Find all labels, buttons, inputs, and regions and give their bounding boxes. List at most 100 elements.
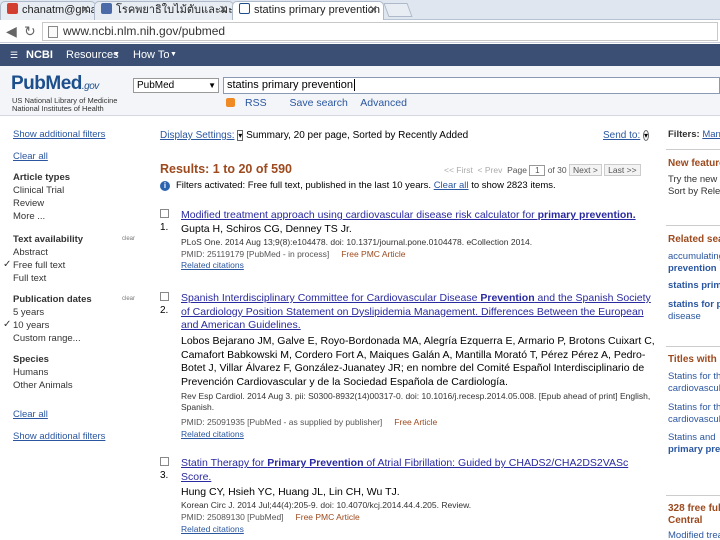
result-authors: Hung CY, Hsieh YC, Huang JL, Lin CH, Wu … xyxy=(181,486,400,498)
filter-full-text[interactable]: Full text xyxy=(13,273,46,284)
page-label: Page xyxy=(507,165,527,175)
first-page-button[interactable]: << First xyxy=(444,165,473,175)
chevron-down-icon: ▼ xyxy=(208,81,216,90)
browser-tab-bar: chanatm@gmail ✕ โรคพยาธิใบไม้ตับและมะเร็… xyxy=(0,0,720,20)
new-tab-button[interactable] xyxy=(383,3,413,17)
title-link[interactable]: Statins for the xyxy=(668,402,720,414)
rss-link[interactable]: RSS xyxy=(226,97,277,109)
divider xyxy=(666,149,720,150)
pmid-text: PMID: 25119179 [PubMed - in process] xyxy=(181,249,330,259)
result-title-link[interactable]: Statin Therapy for Primary Prevention of… xyxy=(181,457,659,484)
species-heading: Species xyxy=(13,354,49,365)
filter-abstract[interactable]: Abstract xyxy=(13,247,48,258)
pubmed-icon xyxy=(239,3,250,14)
title-link[interactable]: cardiovascular xyxy=(668,414,720,426)
filter-custom-range[interactable]: Custom range... xyxy=(13,333,81,344)
chevron-down-icon: ▼ xyxy=(113,51,120,58)
title-link[interactable]: primary prevention xyxy=(668,444,720,456)
ncbi-grid-icon: ☰ xyxy=(10,50,19,60)
free-article-link[interactable]: Free Article xyxy=(394,417,437,427)
page-icon xyxy=(48,26,58,38)
clear-all-link[interactable]: Clear all xyxy=(13,151,48,162)
pubmed-logo[interactable]: PubMed.gov xyxy=(11,73,99,95)
db-value: PubMed xyxy=(137,80,175,91)
related-search-link[interactable]: prevention xyxy=(668,263,717,275)
nih-label: National Institutes of Health xyxy=(12,104,104,113)
search-input[interactable]: statins primary prevention xyxy=(223,77,720,94)
show-additional-filters-link[interactable]: Show additional filters xyxy=(13,129,105,140)
display-settings-control[interactable]: Display Settings: ▾ Summary, 20 per page… xyxy=(160,130,468,141)
related-search-link[interactable]: accumulating xyxy=(668,251,720,263)
title-highlight: Prevention xyxy=(480,292,535,304)
database-select[interactable]: PubMed ▼ xyxy=(133,78,219,93)
sort-by-relevance-link[interactable]: Sort by Relevance xyxy=(668,186,720,198)
results-count-heading: Results: 1 to 20 of 590 xyxy=(160,162,292,176)
back-icon[interactable]: ◀ xyxy=(6,23,17,40)
result-title-link[interactable]: Modified treatment approach using cardio… xyxy=(181,209,659,223)
result-authors: Lobos Bejarano JM, Galve E, Royo-Bordona… xyxy=(181,335,655,388)
related-search-link[interactable]: disease xyxy=(668,311,701,323)
last-page-button[interactable]: Last >> xyxy=(604,164,641,176)
send-to-label: Send to: xyxy=(603,130,641,141)
filter-review[interactable]: Review xyxy=(13,198,44,209)
manage-filters-link[interactable]: Manage Filters xyxy=(702,129,720,140)
resources-menu[interactable]: Resources xyxy=(66,44,119,66)
show-additional-filters-link-bottom[interactable]: Show additional filters xyxy=(13,431,105,442)
result-checkbox[interactable] xyxy=(160,209,169,218)
send-to-control[interactable]: Send to: ▾ xyxy=(603,130,650,141)
right-sidebar: Filters: Manage Filters New feature Try … xyxy=(666,117,720,540)
display-settings-value: Summary, 20 per page, Sorted by Recently… xyxy=(246,130,469,141)
clear-all-link-bottom[interactable]: Clear all xyxy=(13,409,48,420)
title-link[interactable]: cardiovascular xyxy=(668,383,720,395)
filter-clinical-trial[interactable]: Clinical Trial xyxy=(13,185,64,196)
tab-thai-page[interactable]: โรคพยาธิใบไม้ตับและมะเร็ง ✕ xyxy=(94,1,234,20)
pmid-text: PMID: 25089130 [PubMed] xyxy=(181,512,284,522)
clear-all-filters-link[interactable]: Clear all xyxy=(434,180,469,191)
result-checkbox[interactable] xyxy=(160,457,169,466)
close-icon[interactable]: ✕ xyxy=(81,2,90,19)
clear-text-availability-link[interactable]: clear xyxy=(122,236,135,242)
close-icon[interactable]: ✕ xyxy=(369,2,378,19)
tab-label: statins primary prevention xyxy=(254,4,380,16)
result-checkbox[interactable] xyxy=(160,292,169,301)
close-icon[interactable]: ✕ xyxy=(219,2,228,19)
filter-10-years[interactable]: 10 years xyxy=(13,320,49,331)
clear-publication-dates-link[interactable]: clear xyxy=(122,296,135,302)
save-search-link[interactable]: Save search xyxy=(290,97,348,109)
central-heading: Central xyxy=(668,515,703,526)
tab-gmail[interactable]: chanatm@gmail ✕ xyxy=(0,1,96,20)
advanced-link[interactable]: Advanced xyxy=(360,97,407,109)
ncbi-bar: ☰ NCBI Resources ▼ How To ▼ xyxy=(0,44,720,66)
logo-gov: .gov xyxy=(81,81,99,92)
result-title-link[interactable]: Spanish Interdisciplinary Committee for … xyxy=(181,292,659,333)
result-citation: Rev Esp Cardiol. 2014 Aug 3. pii: S0300-… xyxy=(181,391,651,412)
free-article-link[interactable]: Free PMC Article xyxy=(296,512,360,522)
filter-5-years[interactable]: 5 years xyxy=(13,307,44,318)
related-citations-link[interactable]: Related citations xyxy=(181,524,244,534)
url-input[interactable]: www.ncbi.nlm.nih.gov/pubmed xyxy=(42,22,718,41)
filter-other-animals[interactable]: Other Animals xyxy=(13,380,73,391)
tab-pubmed[interactable]: statins primary prevention ✕ xyxy=(232,1,384,20)
filters-activated-note: i Filters activated: Free full text, publ… xyxy=(160,180,556,191)
prev-page-button[interactable]: < Prev xyxy=(478,165,503,175)
related-search-link[interactable]: statins for primary xyxy=(668,299,720,311)
filter-humans[interactable]: Humans xyxy=(13,367,48,378)
related-citations-link[interactable]: Related citations xyxy=(181,260,244,270)
page-number-input[interactable]: 1 xyxy=(529,165,546,176)
filter-free-full-text[interactable]: Free full text xyxy=(13,260,65,271)
title-part: Modified treatment approach using cardio… xyxy=(181,209,538,221)
pmc-article-link[interactable]: Modified treatment xyxy=(668,530,720,540)
filter-more-article-types[interactable]: More ... xyxy=(13,211,45,222)
related-search-link[interactable]: statins primary xyxy=(668,280,720,292)
related-citations-link[interactable]: Related citations xyxy=(181,429,244,439)
title-link[interactable]: Statins and xyxy=(668,432,716,444)
next-page-button[interactable]: Next > xyxy=(568,164,602,176)
rss-label: RSS xyxy=(245,97,267,109)
refresh-icon[interactable]: ↻ xyxy=(24,23,36,40)
ncbi-logo[interactable]: NCBI xyxy=(26,44,53,66)
title-link[interactable]: Statins for the xyxy=(668,371,720,383)
result-number: 3. xyxy=(160,470,169,481)
text-availability-heading: Text availability xyxy=(13,234,84,245)
free-article-link[interactable]: Free PMC Article xyxy=(341,249,405,259)
howto-menu[interactable]: How To xyxy=(133,44,169,66)
